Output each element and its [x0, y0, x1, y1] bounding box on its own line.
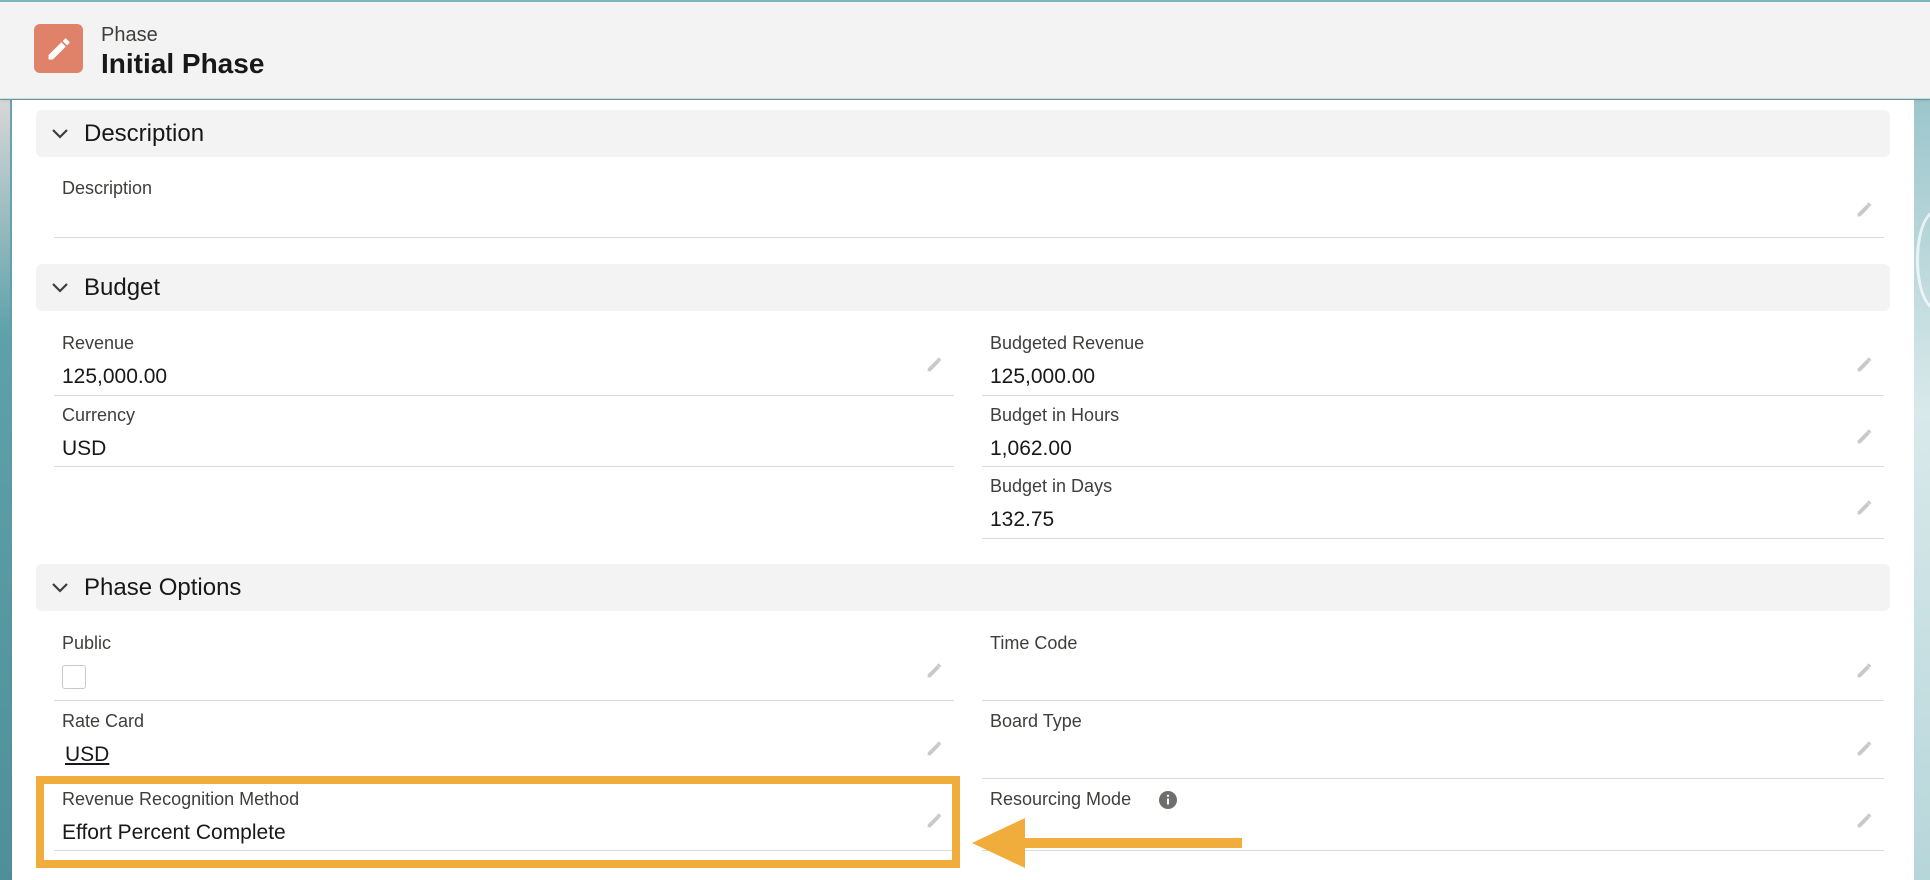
field-currency: Currency USD — [54, 405, 954, 467]
field-description: Description — [54, 178, 1884, 238]
edit-pencil-icon[interactable] — [924, 809, 946, 831]
info-icon[interactable] — [1158, 790, 1178, 810]
field-time-code: Time Code — [982, 633, 1884, 701]
field-revenue: Revenue 125,000.00 — [54, 333, 954, 396]
section-header-phase-options[interactable]: Phase Options — [36, 564, 1890, 611]
field-public: Public — [54, 633, 954, 701]
edit-pencil-icon[interactable] — [1854, 425, 1876, 447]
public-checkbox[interactable] — [62, 665, 86, 689]
section-title: Phase Options — [84, 573, 242, 601]
edit-pencil-icon[interactable] — [1854, 809, 1876, 831]
edit-pencil-icon[interactable] — [1854, 198, 1876, 220]
field-value: 125,000.00 — [62, 365, 168, 388]
record-detail-card: Description Description Budget Revenue 1… — [12, 100, 1914, 880]
chevron-down-icon — [52, 583, 68, 593]
field-rate-card: Rate Card USD — [54, 711, 954, 779]
field-label: Resourcing Mode — [990, 789, 1132, 809]
left-arrow — [972, 818, 1242, 868]
field-label: Budgeted Revenue — [990, 333, 1145, 353]
field-label: Revenue Recognition Method — [62, 789, 300, 809]
field-value: 125,000.00 — [990, 365, 1096, 388]
field-label: Budget in Hours — [990, 405, 1120, 425]
section-header-description[interactable]: Description — [36, 110, 1890, 157]
field-value: Effort Percent Complete — [62, 821, 286, 844]
edit-pencil-icon[interactable] — [1854, 353, 1876, 375]
background-decoration — [1916, 210, 1930, 310]
field-value: 1,062.00 — [990, 437, 1072, 460]
chevron-down-icon — [52, 283, 68, 293]
object-type-label: Phase — [101, 24, 158, 46]
field-budgeted-revenue: Budgeted Revenue 125,000.00 — [982, 333, 1884, 396]
field-label: Budget in Days — [990, 476, 1113, 496]
field-label: Public — [62, 633, 112, 653]
field-label: Revenue — [62, 333, 135, 353]
section-title: Description — [84, 119, 205, 147]
field-revenue-recognition-method: Revenue Recognition Method Effort Percen… — [54, 789, 954, 851]
section-header-budget[interactable]: Budget — [36, 264, 1890, 311]
background-left-edge — [0, 100, 10, 880]
record-title: Initial Phase — [101, 48, 265, 79]
background-right-edge — [1914, 100, 1930, 880]
field-budget-hours: Budget in Hours 1,062.00 — [982, 405, 1884, 467]
field-value: 132.75 — [990, 508, 1055, 531]
field-budget-days: Budget in Days 132.75 — [982, 476, 1884, 539]
edit-pencil-icon[interactable] — [924, 737, 946, 759]
field-label: Rate Card — [62, 711, 145, 731]
chevron-down-icon — [52, 129, 68, 139]
section-title: Budget — [84, 273, 161, 301]
edit-pencil-icon[interactable] — [1854, 496, 1876, 518]
edit-pencil-icon[interactable] — [1854, 737, 1876, 759]
edit-pencil-icon[interactable] — [924, 353, 946, 375]
field-value: USD — [62, 437, 107, 460]
edit-pencil-icon[interactable] — [1854, 659, 1876, 681]
pencil-icon — [34, 24, 83, 73]
field-label: Board Type — [990, 711, 1082, 731]
field-label: Currency — [62, 405, 136, 425]
edit-pencil-icon[interactable] — [924, 659, 946, 681]
rate-card-link[interactable]: USD — [65, 743, 109, 767]
field-label: Description — [62, 178, 153, 198]
field-label: Time Code — [990, 633, 1078, 653]
record-header: Phase Initial Phase — [0, 2, 1930, 99]
field-board-type: Board Type — [982, 711, 1884, 779]
